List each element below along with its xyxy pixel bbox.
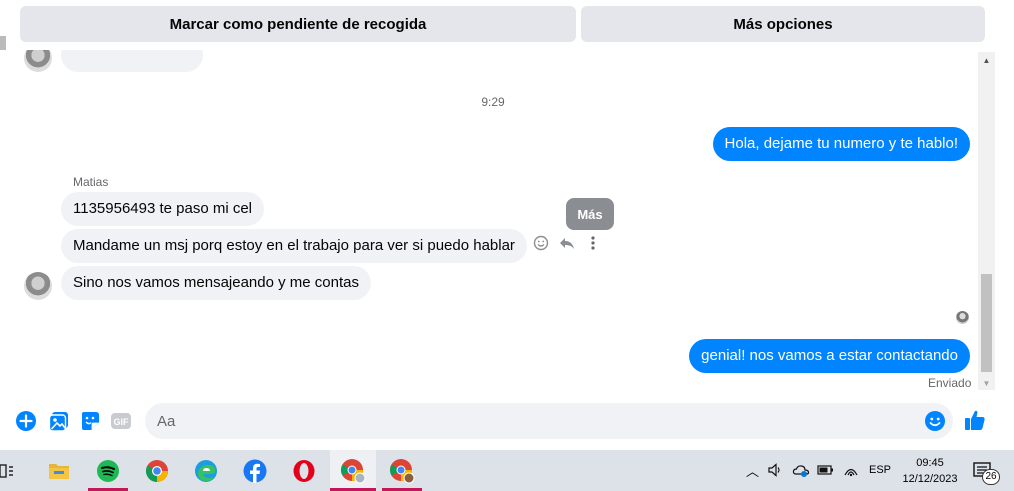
avatar (24, 50, 52, 72)
photo-gallery-icon[interactable] (48, 410, 70, 432)
sender-name: Matias (73, 175, 109, 189)
emoji-icon[interactable] (924, 410, 946, 432)
gif-icon[interactable]: GIF (110, 410, 132, 432)
opera-icon[interactable] (291, 458, 317, 484)
sent-status: Enviado (928, 376, 972, 390)
outgoing-message[interactable]: genial! nos vamos a estar contactando (689, 339, 970, 373)
battery-icon[interactable] (817, 462, 835, 481)
message-hover-actions (532, 234, 602, 252)
edge-icon[interactable] (193, 458, 219, 484)
more-tooltip: Más (566, 198, 614, 230)
message-input[interactable] (145, 403, 953, 439)
windows-taskbar: ︿ ESP 09:45 12/12/2023 26 (0, 450, 1014, 491)
reply-icon[interactable] (558, 234, 576, 252)
previous-message-bubble[interactable] (61, 50, 203, 72)
thumbs-up-icon[interactable] (963, 408, 987, 432)
onedrive-sync-icon[interactable] (792, 462, 810, 481)
volume-icon[interactable] (767, 462, 783, 481)
message-composer: GIF (0, 392, 1014, 450)
show-hidden-icons[interactable]: ︿ (746, 461, 759, 480)
react-emoji-icon[interactable] (532, 234, 550, 252)
facebook-icon[interactable] (242, 458, 268, 484)
chat-area: 9:29 Hola, dejame tu numero y te hablo! … (0, 50, 996, 392)
wifi-icon[interactable] (843, 462, 859, 481)
chat-scrollbar[interactable]: ▲ ▼ (978, 52, 995, 390)
scroll-thumb[interactable] (981, 274, 992, 372)
sender-avatar[interactable] (24, 272, 52, 300)
message-timestamp: 9:29 (481, 95, 505, 109)
mark-pending-pickup-button[interactable]: Marcar como pendiente de recogida (20, 6, 576, 42)
outgoing-message[interactable]: Hola, dejame tu numero y te hablo! (712, 127, 970, 161)
chrome-icon[interactable] (144, 458, 170, 484)
task-view-icon[interactable] (0, 458, 20, 484)
incoming-message[interactable]: 1135956493 te paso mi cel (61, 192, 265, 226)
top-action-bar: Marcar como pendiente de recogida Más op… (0, 0, 1014, 50)
incoming-message[interactable]: Sino nos vamos mensajeando y me contas (61, 266, 371, 300)
scroll-down-arrow-icon[interactable]: ▼ (978, 379, 995, 388)
chrome-profile-icon[interactable] (340, 458, 366, 484)
input-language[interactable]: ESP (869, 464, 891, 476)
spotify-icon[interactable] (95, 458, 121, 484)
chrome-profile-2-icon[interactable] (389, 458, 415, 484)
sticker-icon[interactable] (79, 410, 101, 432)
incoming-message[interactable]: Mandame un msj porq estoy en el trabajo … (61, 229, 527, 263)
svg-text:GIF: GIF (114, 417, 130, 427)
notification-count-badge: 26 (982, 469, 1000, 485)
clock-date: 12/12/2023 (902, 473, 958, 485)
more-vertical-icon[interactable] (584, 234, 602, 252)
clock-time: 09:45 (916, 457, 944, 469)
seen-indicator-avatar (956, 311, 969, 324)
system-clock[interactable]: 09:45 12/12/2023 (898, 455, 962, 487)
add-plus-icon[interactable] (15, 410, 37, 432)
scroll-up-arrow-icon[interactable]: ▲ (978, 56, 995, 65)
more-options-button[interactable]: Más opciones (581, 6, 985, 42)
file-explorer-icon[interactable] (46, 458, 72, 484)
